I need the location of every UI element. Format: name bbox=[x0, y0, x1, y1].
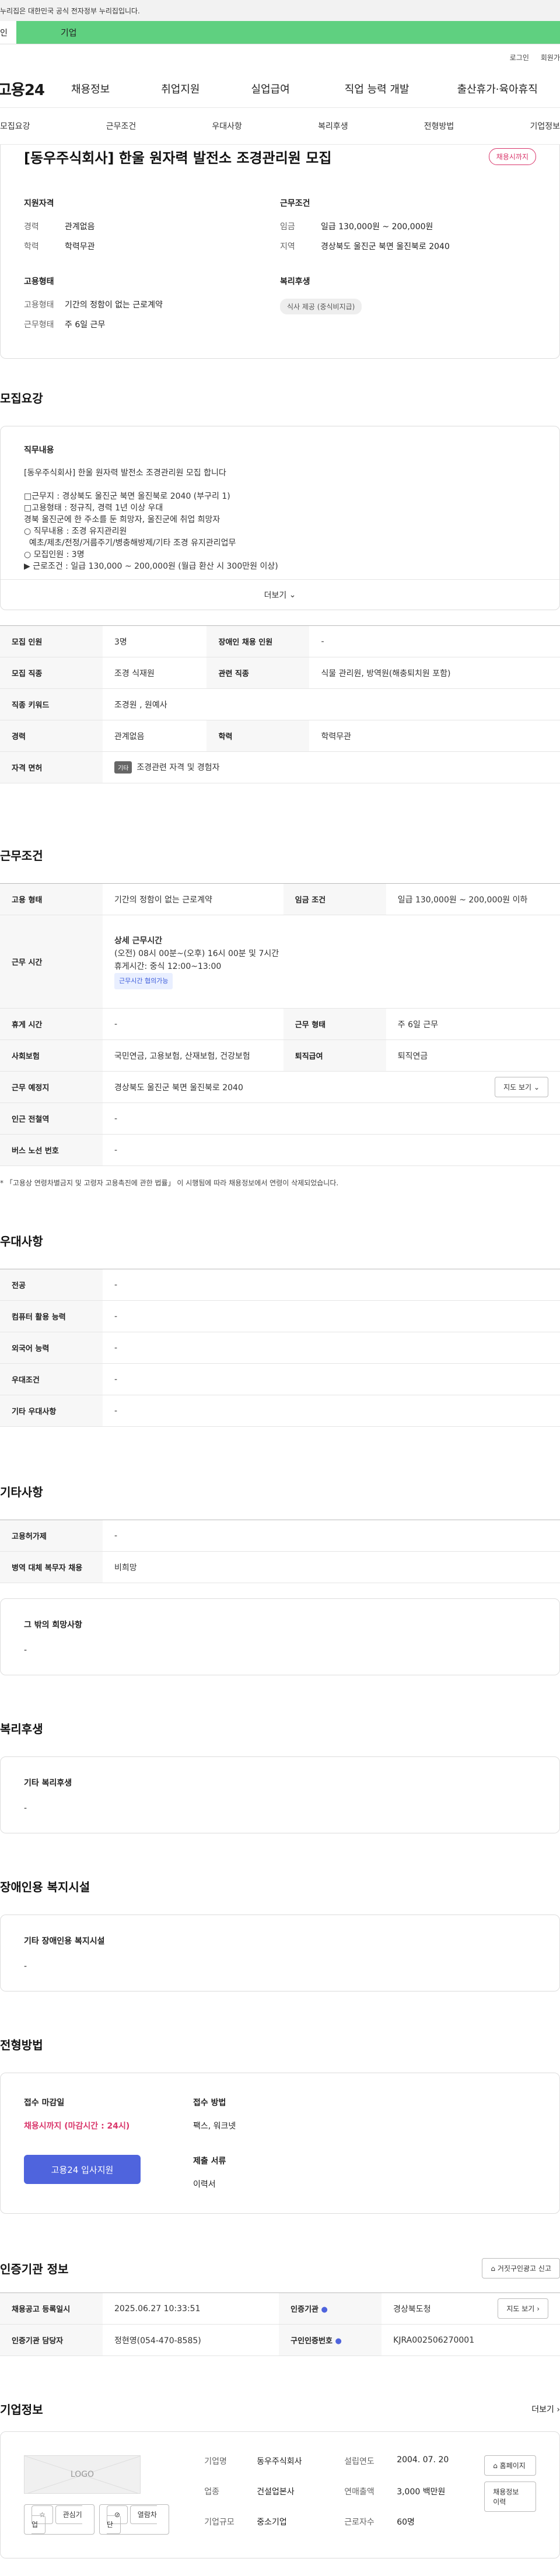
anchor-tab-preference[interactable]: 우대사항 bbox=[212, 120, 242, 132]
company-info-grid: 기업명 동우주식회사 설립연도 2004. 07. 20 업종 건설업본사 연매출액 3… bbox=[204, 2455, 449, 2527]
hours-negotiable-tag: 근무시간 협의가능 bbox=[114, 972, 173, 989]
etc-wish-card: 그 밖의 희망사항 - bbox=[0, 1598, 560, 1675]
gnb-item-parental-leave[interactable]: 출산휴가·육아휴직 bbox=[457, 81, 538, 96]
welfare-title: 복리후생 bbox=[0, 1722, 43, 1736]
work-title: 근무조건 bbox=[0, 849, 43, 863]
process-section: 전형방법 접수 마감일 채용시까지 (마감시간 : 24시) 고용24 입사지원… bbox=[0, 2036, 560, 2214]
gnb-item-employment-support[interactable]: 취업지원 bbox=[161, 81, 200, 96]
work-section: 근무조건 고용 형태 기간의 정함이 없는 근로계약 임금 조건 일급 130,… bbox=[0, 846, 560, 1188]
etc-section: 기타사항 고용허가제 - 병역 대체 복무자 채용 비희망 그 밖의 희망사항 - bbox=[0, 1483, 560, 1675]
process-card: 접수 마감일 채용시까지 (마감시간 : 24시) 고용24 입사지원 접수 방… bbox=[0, 2073, 560, 2214]
license-tag: 기타 bbox=[114, 761, 132, 774]
tab-company[interactable]: 기업 bbox=[16, 21, 560, 44]
info-icon[interactable]: ● bbox=[335, 2337, 341, 2346]
gnb-item-vocational-training[interactable]: 직업 능력 개발 bbox=[345, 81, 410, 96]
site-logo[interactable]: 고용24 bbox=[0, 78, 70, 100]
home-icon: ⌂ bbox=[493, 2462, 498, 2470]
employment-block: 고용형태 고용형태 기간의 정함이 없는 근로계약 근무형태 주 6일 근무 bbox=[24, 277, 163, 330]
global-menu: 채용정보 취업지원 실업급여 직업 능력 개발 출산휴가·육아휴직 bbox=[70, 81, 538, 96]
gov-banner: 누리집은 대한민국 공식 전자정부 누리집입니다. bbox=[0, 0, 560, 21]
home-icon: ⌂ bbox=[491, 2264, 496, 2273]
agency-table: 채용공고 등록일시 2025.06.27 10:33:51 인증기관 ● 경상북… bbox=[0, 2292, 560, 2356]
util-links: 로그인 회원가 bbox=[0, 44, 560, 70]
anchor-tab-work[interactable]: 근무조건 bbox=[106, 120, 136, 132]
etc-title: 기타사항 bbox=[0, 1485, 43, 1499]
chevron-right-icon: › bbox=[556, 2404, 560, 2414]
tab-person[interactable]: 인 bbox=[0, 21, 16, 44]
work-map-button[interactable]: 지도 보기 ⌄ bbox=[495, 1077, 548, 1097]
info-icon[interactable]: ● bbox=[321, 2305, 328, 2314]
company-more-link[interactable]: 더보기 › bbox=[531, 2403, 560, 2415]
audience-tabs: 인 기업 bbox=[0, 21, 560, 44]
qualification-block: 지원자격 경력 관계없음 학력 학력무관 bbox=[24, 199, 95, 251]
job-desc-card: 직무내용 [동우주식회사] 한울 원자력 발전소 조경관리원 모집 합니다 □근… bbox=[0, 426, 560, 610]
deadline-text: 채용시까지 (마감시간 : 24시) bbox=[24, 2122, 130, 2131]
more-button[interactable]: 더보기 ⌄ bbox=[1, 579, 559, 610]
etc-table: 고용허가제 - 병역 대체 복무자 채용 비희망 bbox=[0, 1520, 560, 1583]
gnb-item-unemployment-benefit[interactable]: 실업급여 bbox=[251, 81, 290, 96]
anchor-tab-process[interactable]: 전형방법 bbox=[424, 120, 454, 132]
company-card: LOGO ☆ 관심기업 ⊘ 열람차단 기업명 동우주식회사 설립연도 2004. 0… bbox=[0, 2431, 560, 2558]
welfare-block: 복리후생 식사 제공 (중식비지급) bbox=[280, 275, 536, 338]
preference-title: 우대사항 bbox=[0, 1234, 43, 1248]
chevron-right-icon: › bbox=[537, 2305, 540, 2313]
favorite-company-button[interactable]: ☆ 관심기업 bbox=[24, 2504, 94, 2535]
recruit-section: 모집요강 직무내용 [동우주식회사] 한울 원자력 발전소 조경관리원 모집 합… bbox=[0, 389, 560, 783]
homepage-button[interactable]: ⌂ 홈페이지 bbox=[484, 2455, 536, 2476]
age-note: * 「고용상 연령차별금지 및 고령자 고용촉진에 관한 법률」 이 시행됨에 … bbox=[0, 1179, 339, 1187]
work-table: 고용 형태 기간의 정함이 없는 근로계약 임금 조건 일급 130,000원 … bbox=[0, 883, 560, 1166]
company-section: 기업정보 더보기 › LOGO ☆ 관심기업 ⊘ 열람차단 기업명 동우주식회사 … bbox=[0, 2400, 560, 2558]
disability-card: 기타 장애인용 복지시설 - bbox=[0, 1915, 560, 1992]
agency-title: 인증기관 정보 bbox=[0, 2262, 69, 2276]
agency-section: 인증기관 정보 ⌂ 거짓구인광고 신고 채용공고 등록일시 2025.06.27… bbox=[0, 2258, 560, 2356]
anchor-tab-welfare[interactable]: 복리후생 bbox=[318, 120, 348, 132]
gov-banner-text: 누리집은 대한민국 공식 전자정부 누리집입니다. bbox=[0, 6, 140, 15]
company-title: 기업정보 bbox=[0, 2403, 43, 2417]
company-logo: LOGO bbox=[24, 2455, 141, 2494]
gnb-item-jobs[interactable]: 채용정보 bbox=[71, 81, 110, 96]
apply-button[interactable]: 고용24 입사지원 bbox=[24, 2155, 141, 2184]
anchor-tab-company[interactable]: 기업정보 bbox=[530, 120, 560, 132]
chevron-down-icon: ⌄ bbox=[289, 590, 296, 600]
global-nav: 고용24 채용정보 취업지원 실업급여 직업 능력 개발 출산휴가·육아휴직 bbox=[0, 70, 560, 107]
welfare-pill: 식사 제공 (중식비지급) bbox=[280, 299, 362, 314]
report-button[interactable]: ⌂ 거짓구인광고 신고 bbox=[482, 2258, 560, 2278]
anchor-tab-recruit[interactable]: 모집요강 bbox=[0, 120, 30, 132]
recruit-history-button[interactable]: 채용정보 이력 bbox=[484, 2482, 536, 2512]
preference-table: 전공 - 컴퓨터 활용 능력 - 외국어 능력 - 우대조건 - 기타 우대사항 - bbox=[0, 1269, 560, 1427]
disability-title: 장애인용 복지시설 bbox=[0, 1880, 90, 1894]
welfare-card: 기타 복리후생 - bbox=[0, 1756, 560, 1833]
conditions-block: 근무조건 임금 일급 130,000원 ~ 200,000원 지역 경상북도 울진군… bbox=[280, 199, 450, 251]
anchor-tabs: 모집요강 근무조건 우대사항 복리후생 전형방법 기업정보 bbox=[0, 107, 560, 145]
summary-card: [동우주식회사] 한울 원자력 발전소 조경관리원 모집 채용시까지 지원자격 … bbox=[0, 145, 560, 359]
job-title: [동우주식회사] 한울 원자력 발전소 조경관리원 모집 bbox=[24, 149, 332, 166]
disability-section: 장애인용 복지시설 기타 장애인용 복지시설 - bbox=[0, 1878, 560, 1992]
recruit-title: 모집요강 bbox=[0, 391, 43, 405]
join-link[interactable]: 회원가 bbox=[541, 52, 560, 62]
block-company-button[interactable]: ⊘ 열람차단 bbox=[99, 2504, 170, 2535]
agency-map-button[interactable]: 지도 보기 › bbox=[498, 2298, 548, 2319]
chevron-down-icon: ⌄ bbox=[533, 1083, 540, 1091]
login-link[interactable]: 로그인 bbox=[510, 52, 529, 62]
process-title: 전형방법 bbox=[0, 2038, 43, 2052]
recruit-table: 모집 인원 3명 장애인 채용 인원 - 모집 직종 조경 식재원 관련 직종 … bbox=[0, 625, 560, 783]
preference-section: 우대사항 전공 - 컴퓨터 활용 능력 - 외국어 능력 - 우대조건 - 기타 우대사… bbox=[0, 1232, 560, 1427]
welfare-section: 복리후생 기타 복리후생 - bbox=[0, 1720, 560, 1833]
deadline-badge: 채용시까지 bbox=[488, 148, 536, 165]
